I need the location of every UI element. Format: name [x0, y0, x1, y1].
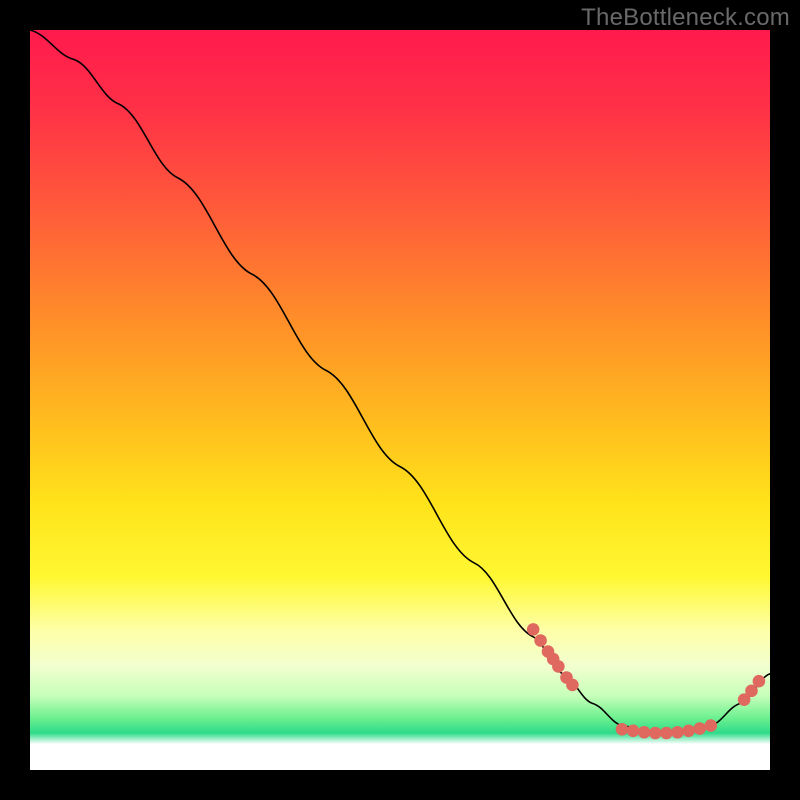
chart-marker: [552, 660, 565, 673]
chart-marker: [671, 726, 684, 739]
watermark-text: TheBottleneck.com: [581, 4, 790, 32]
chart-marker: [616, 723, 629, 736]
chart-marker: [638, 726, 651, 739]
chart-marker: [660, 727, 673, 740]
chart-marker: [534, 634, 547, 647]
chart-marker: [705, 719, 718, 732]
chart-marker: [627, 724, 640, 737]
chart-marker: [682, 724, 695, 737]
chart-marker: [753, 675, 766, 688]
chart-line: [30, 30, 770, 733]
chart-marker: [566, 679, 579, 692]
chart-marker: [693, 722, 706, 735]
chart-svg: [30, 30, 770, 770]
chart-marker: [649, 727, 662, 740]
chart-markers: [527, 623, 765, 739]
chart-plot-area: [30, 30, 770, 770]
chart-marker: [527, 623, 540, 636]
